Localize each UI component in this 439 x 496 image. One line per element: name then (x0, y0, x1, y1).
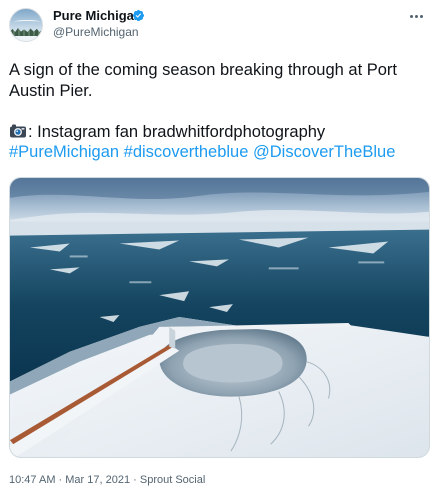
avatar[interactable] (9, 8, 43, 42)
hashtags-line: #PureMichigan #discovertheblue @Discover… (9, 142, 429, 163)
verified-badge-icon (132, 9, 145, 22)
hashtag-puremichigan[interactable]: #PureMichigan (9, 143, 119, 161)
tweet-date[interactable]: Mar 17, 2021 (65, 474, 130, 486)
photo-credit-text: : Instagram fan bradwhitfordphotography (28, 122, 326, 141)
meta-separator-1: · (55, 474, 66, 486)
tweet-time[interactable]: 10:47 AM (9, 474, 55, 486)
tweet-text-line-1: A sign of the coming season breaking thr… (9, 61, 397, 79)
tweet-card: Pure Michigan @PureMichigan A sign of th… (0, 0, 439, 496)
pier-photo-image (10, 178, 429, 457)
tweet-text-line-2: Austin Pier. (9, 81, 93, 100)
tweet-photo[interactable] (9, 177, 430, 458)
hashtag-discovertheblue[interactable]: #discovertheblue (124, 143, 249, 161)
author-handle[interactable]: @PureMichigan (53, 25, 139, 39)
more-options-icon[interactable] (404, 7, 428, 25)
paragraph-break (9, 101, 429, 122)
camera-emoji-icon (10, 124, 26, 137)
author-display-name[interactable]: Pure Michigan (53, 8, 142, 23)
tweet-source[interactable]: Sprout Social (140, 474, 205, 486)
tweet-text: A sign of the coming season breaking thr… (9, 60, 429, 163)
photo-credit-line: : Instagram fan bradwhitfordphotography (9, 122, 429, 143)
meta-separator-2: · (130, 474, 140, 486)
tweet-metadata: 10:47 AM · Mar 17, 2021 · Sprout Social (9, 474, 205, 486)
avatar-script-mark (14, 20, 40, 24)
mention-discovertheblue[interactable]: @DiscoverTheBlue (253, 143, 395, 161)
avatar-snow (10, 36, 42, 41)
